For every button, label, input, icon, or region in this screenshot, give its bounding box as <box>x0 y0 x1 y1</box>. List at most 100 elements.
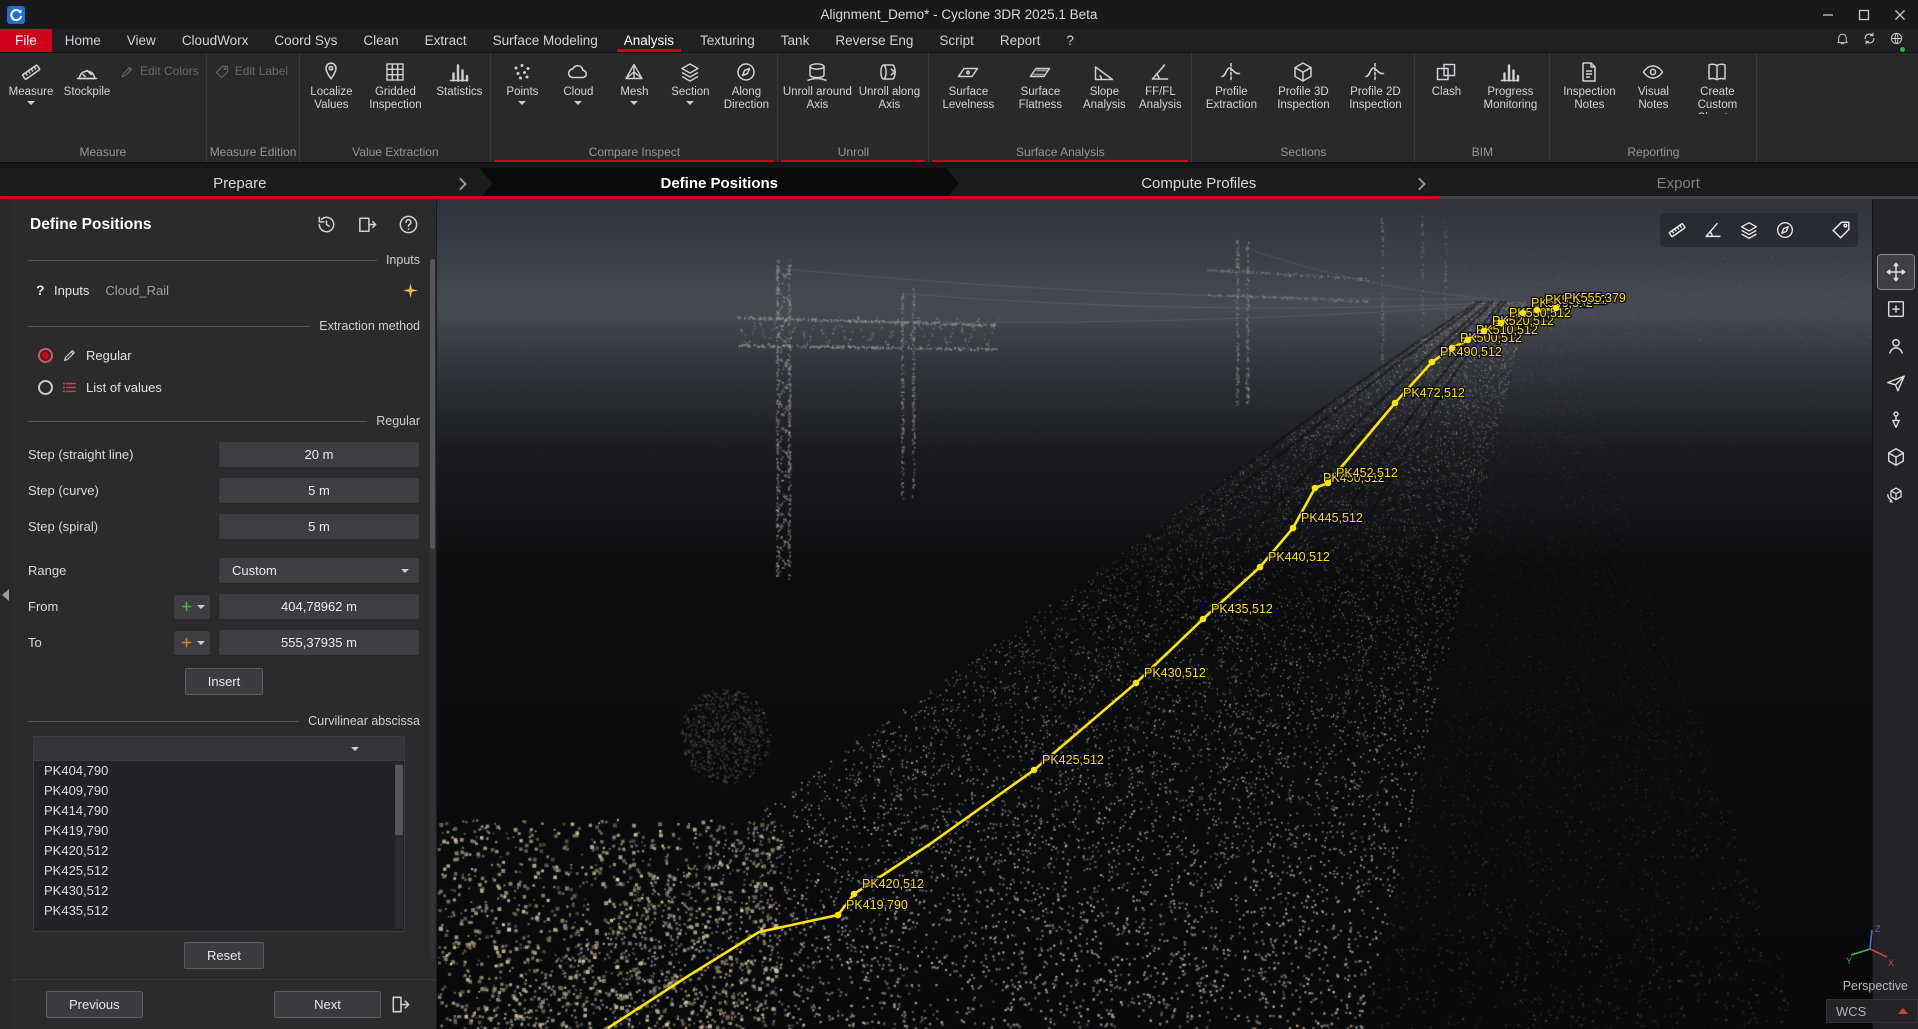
panel-collapse-strip[interactable] <box>0 199 12 1029</box>
station-point[interactable] <box>1290 525 1297 532</box>
to-pick-button[interactable] <box>173 630 211 656</box>
ribbon-create-custom-chapter[interactable]: Create Custom Chapter <box>1681 58 1753 116</box>
ribbon-slope-analysis[interactable]: Slope Analysis <box>1076 58 1132 114</box>
proceed-button[interactable] <box>389 993 412 1016</box>
pan-tool-button[interactable] <box>1878 255 1914 289</box>
minimize-button[interactable] <box>1810 0 1846 29</box>
measure-distance-button[interactable] <box>1662 215 1692 245</box>
ribbon-along-direction[interactable]: Along Direction <box>718 58 774 114</box>
abscissa-item[interactable]: PK430,512 <box>34 881 404 901</box>
abscissa-item[interactable]: PK404,790 <box>34 761 404 781</box>
menu-view[interactable]: View <box>114 29 169 52</box>
range-select[interactable]: Custom <box>218 557 420 584</box>
station-point[interactable] <box>1325 480 1332 487</box>
station-point[interactable] <box>1392 400 1399 407</box>
ribbon-surface-levelness[interactable]: Surface Levelness <box>932 58 1004 114</box>
sync-status-button[interactable] <box>1862 31 1877 51</box>
ribbon-unroll-along-axis[interactable]: Unroll along Axis <box>853 58 925 114</box>
notification-bell-button[interactable] <box>1835 31 1850 51</box>
station-point[interactable] <box>1553 305 1560 312</box>
field-input[interactable]: 5 m <box>218 513 420 540</box>
export-report-button[interactable] <box>356 213 379 236</box>
panel-scrollbar[interactable] <box>430 259 435 959</box>
center-view-button[interactable] <box>1878 292 1914 326</box>
ribbon-inspection-notes[interactable]: Inspection Notes <box>1553 58 1625 114</box>
history-button[interactable] <box>315 213 338 236</box>
reset-button[interactable]: Reset <box>184 942 264 969</box>
star-icon[interactable] <box>401 281 420 300</box>
wizard-step-compute-profiles[interactable]: Compute Profiles <box>959 168 1439 199</box>
field-input[interactable]: 20 m <box>218 441 420 468</box>
menu-analysis[interactable]: Analysis <box>611 29 687 52</box>
menu-tank[interactable]: Tank <box>768 29 823 52</box>
ribbon-measure[interactable]: Measure <box>3 58 59 107</box>
ribbon-surface-flatness[interactable]: Surface Flatness <box>1004 58 1076 114</box>
menu-file[interactable]: File <box>0 29 52 52</box>
panel-scrollbar-thumb[interactable] <box>430 259 435 549</box>
insert-button[interactable]: Insert <box>185 668 264 695</box>
to-input[interactable]: 555,37935 m <box>218 629 420 656</box>
ribbon-edit-label[interactable]: Edit Label <box>214 64 288 80</box>
station-point[interactable] <box>1481 328 1488 335</box>
menu-texturing[interactable]: Texturing <box>687 29 768 52</box>
radio-regular[interactable]: Regular <box>38 345 420 365</box>
menu-extract[interactable]: Extract <box>412 29 480 52</box>
ribbon-cloud[interactable]: Cloud <box>550 58 606 107</box>
menu-reverse-eng[interactable]: Reverse Eng <box>822 29 926 52</box>
menu-clean[interactable]: Clean <box>350 29 411 52</box>
ribbon-unroll-around-axis[interactable]: Unroll around Axis <box>781 58 853 114</box>
wizard-step-define-positions[interactable]: Define Positions <box>480 168 960 199</box>
menu-report[interactable]: Report <box>987 29 1054 52</box>
ribbon-section[interactable]: Section <box>662 58 718 107</box>
menu-home[interactable]: Home <box>52 29 114 52</box>
collapse-panel-icon[interactable] <box>2 589 9 601</box>
station-point[interactable] <box>1133 680 1140 687</box>
measure-gauge-button[interactable] <box>1770 215 1800 245</box>
drop-view-button[interactable] <box>1878 403 1914 437</box>
ribbon-visual-notes[interactable]: Visual Notes <box>1625 58 1681 114</box>
station-point[interactable] <box>1534 307 1541 314</box>
viewport-3d[interactable]: PK419,790PK420,512PK425,512PK430,512PK43… <box>437 199 1872 1029</box>
abscissa-item[interactable]: PK414,790 <box>34 801 404 821</box>
menu-coord-sys[interactable]: Coord Sys <box>261 29 350 52</box>
menu-[interactable]: ? <box>1053 29 1087 52</box>
ribbon-statistics[interactable]: Statistics <box>431 58 487 101</box>
from-pick-button[interactable] <box>173 594 211 620</box>
station-point[interactable] <box>1465 337 1472 344</box>
menu-cloudworx[interactable]: CloudWorx <box>169 29 262 52</box>
from-input[interactable]: 404,78962 m <box>218 593 420 620</box>
wcs-selector[interactable]: WCS <box>1826 999 1918 1023</box>
menu-surface-modeling[interactable]: Surface Modeling <box>480 29 611 52</box>
online-status-button[interactable] <box>1889 31 1904 51</box>
abscissa-combo[interactable] <box>34 737 404 761</box>
title-bar[interactable]: Alignment_Demo* - Cyclone 3DR 2025.1 Bet… <box>0 0 1918 29</box>
rotate-view-button[interactable] <box>1878 477 1914 511</box>
ribbon-stockpile[interactable]: Stockpile <box>59 58 115 101</box>
listbox-scrollbar[interactable] <box>395 763 403 929</box>
wizard-step-export[interactable]: Export <box>1439 168 1918 199</box>
iso-view-button[interactable] <box>1878 440 1914 474</box>
close-button[interactable] <box>1882 0 1918 29</box>
abscissa-item[interactable]: PK409,790 <box>34 781 404 801</box>
viewpoint-button[interactable] <box>1878 329 1914 363</box>
station-point[interactable] <box>1257 564 1264 571</box>
fly-mode-button[interactable] <box>1878 366 1914 400</box>
ribbon-ff-fl-analysis[interactable]: FF/FL Analysis <box>1132 58 1188 114</box>
ribbon-profile-3d-inspection[interactable]: Profile 3D Inspection <box>1267 58 1339 114</box>
station-point[interactable] <box>1200 616 1207 623</box>
projection-label[interactable]: Perspective <box>1843 979 1908 993</box>
label-tool-button[interactable] <box>1826 215 1856 245</box>
ribbon-gridded-inspection[interactable]: Gridded Inspection <box>359 58 431 114</box>
station-point[interactable] <box>1312 485 1319 492</box>
help-button[interactable] <box>397 213 420 236</box>
menu-script[interactable]: Script <box>926 29 987 52</box>
maximize-button[interactable] <box>1846 0 1882 29</box>
ribbon-profile-2d-inspection[interactable]: Profile 2D Inspection <box>1339 58 1411 114</box>
scrollbar-thumb[interactable] <box>395 765 403 835</box>
station-point[interactable] <box>1031 767 1038 774</box>
inputs-value[interactable]: Cloud_Rail <box>105 283 169 298</box>
previous-button[interactable]: Previous <box>46 991 143 1018</box>
station-point[interactable] <box>1498 320 1505 327</box>
radio-list-of-values[interactable]: List of values <box>38 377 420 397</box>
station-point[interactable] <box>835 912 842 919</box>
